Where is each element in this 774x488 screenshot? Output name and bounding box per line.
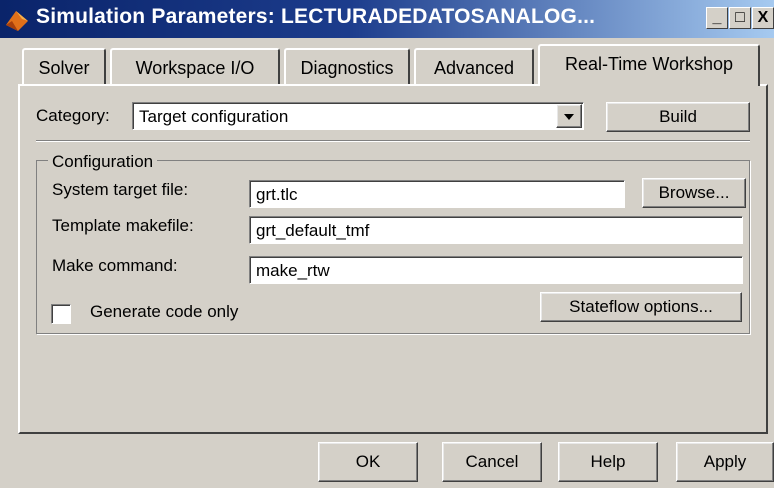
matlab-icon [6, 11, 28, 31]
minimize-button[interactable]: _ [706, 7, 728, 29]
category-dropdown-button[interactable] [556, 104, 582, 128]
window-title: Simulation Parameters: LECTURADEDATOSANA… [36, 5, 596, 28]
build-button[interactable]: Build [606, 102, 750, 132]
ok-button[interactable]: OK [318, 442, 418, 482]
configuration-group-title: Configuration [48, 152, 158, 172]
system-target-input[interactable]: grt.tlc [249, 180, 625, 208]
category-select[interactable]: Target configuration [132, 102, 584, 130]
cancel-button[interactable]: Cancel [442, 442, 542, 482]
chevron-down-icon [564, 114, 574, 120]
generate-code-only-label: Generate code only [90, 302, 239, 321]
make-command-label: Make command: [52, 256, 178, 275]
tab-workspace-io[interactable]: Workspace I/O [110, 48, 280, 84]
template-makefile-label: Template makefile: [52, 216, 194, 235]
tab-solver[interactable]: Solver [22, 48, 106, 84]
category-label: Category: [36, 106, 110, 125]
tab-advanced[interactable]: Advanced [414, 48, 534, 84]
title-bar[interactable]: Simulation Parameters: LECTURADEDATOSANA… [0, 0, 774, 38]
generate-code-only-checkbox[interactable] [51, 304, 71, 324]
maximize-button[interactable]: □ [729, 7, 751, 29]
tab-real-time-workshop[interactable]: Real-Time Workshop [538, 44, 760, 86]
tab-diagnostics[interactable]: Diagnostics [284, 48, 410, 84]
make-command-input[interactable]: make_rtw [249, 256, 743, 284]
system-target-label: System target file: [52, 180, 189, 199]
template-makefile-input[interactable]: grt_default_tmf [249, 216, 743, 244]
category-value: Target configuration [139, 107, 289, 126]
stateflow-options-button[interactable]: Stateflow options... [540, 292, 742, 322]
separator [36, 140, 750, 142]
apply-button[interactable]: Apply [676, 442, 774, 482]
close-button[interactable]: X [752, 7, 774, 29]
help-button[interactable]: Help [558, 442, 658, 482]
browse-button[interactable]: Browse... [642, 178, 746, 208]
